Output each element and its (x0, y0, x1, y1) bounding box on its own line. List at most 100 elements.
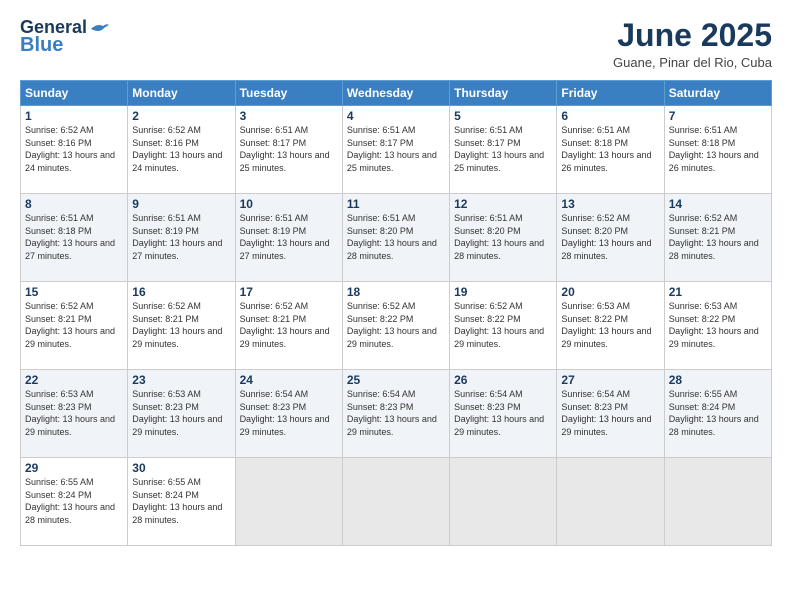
calendar-cell: 12Sunrise: 6:51 AMSunset: 8:20 PMDayligh… (450, 194, 557, 282)
logo: General Blue (20, 18, 111, 56)
calendar-cell: 6Sunrise: 6:51 AMSunset: 8:18 PMDaylight… (557, 106, 664, 194)
day-detail: Sunrise: 6:52 AMSunset: 8:22 PMDaylight:… (347, 301, 437, 349)
day-detail: Sunrise: 6:55 AMSunset: 8:24 PMDaylight:… (669, 389, 759, 437)
day-number: 22 (25, 373, 123, 387)
day-number: 29 (25, 461, 123, 475)
day-number: 21 (669, 285, 767, 299)
calendar-cell: 20 Sunrise: 6:53 AMSunset: 8:22 PMDayligh… (557, 282, 664, 370)
day-number: 10 (240, 197, 338, 211)
day-detail: Sunrise: 6:51 AMSunset: 8:18 PMDaylight:… (669, 125, 759, 173)
calendar-cell: 18 Sunrise: 6:52 AMSunset: 8:22 PMDayligh… (342, 282, 449, 370)
day-number: 26 (454, 373, 552, 387)
day-detail: Sunrise: 6:51 AMSunset: 8:19 PMDaylight:… (132, 213, 222, 261)
day-number: 4 (347, 109, 445, 123)
day-number: 23 (132, 373, 230, 387)
day-detail: Sunrise: 6:52 AMSunset: 8:16 PMDaylight:… (25, 125, 115, 173)
calendar-cell: 3Sunrise: 6:51 AMSunset: 8:17 PMDaylight… (235, 106, 342, 194)
day-number: 18 (347, 285, 445, 299)
calendar-cell: 13Sunrise: 6:52 AMSunset: 8:20 PMDayligh… (557, 194, 664, 282)
week-row-5: 29 Sunrise: 6:55 AMSunset: 8:24 PMDayligh… (21, 458, 772, 546)
calendar-cell: 27 Sunrise: 6:54 AMSunset: 8:23 PMDayligh… (557, 370, 664, 458)
col-thursday: Thursday (450, 81, 557, 106)
calendar-cell: 30 Sunrise: 6:55 AMSunset: 8:24 PMDayligh… (128, 458, 235, 546)
calendar-table: Sunday Monday Tuesday Wednesday Thursday… (20, 80, 772, 546)
calendar-header-row: Sunday Monday Tuesday Wednesday Thursday… (21, 81, 772, 106)
day-detail: Sunrise: 6:52 AMSunset: 8:21 PMDaylight:… (669, 213, 759, 261)
col-monday: Monday (128, 81, 235, 106)
day-detail: Sunrise: 6:51 AMSunset: 8:19 PMDaylight:… (240, 213, 330, 261)
page: General Blue June 2025 Guane, Pinar del … (0, 0, 792, 612)
calendar-cell: 29 Sunrise: 6:55 AMSunset: 8:24 PMDayligh… (21, 458, 128, 546)
calendar-cell (450, 458, 557, 546)
day-number: 17 (240, 285, 338, 299)
calendar-cell: 26Sunrise: 6:54 AMSunset: 8:23 PMDayligh… (450, 370, 557, 458)
day-number: 11 (347, 197, 445, 211)
subtitle: Guane, Pinar del Rio, Cuba (613, 55, 772, 70)
day-number: 7 (669, 109, 767, 123)
day-number: 20 (561, 285, 659, 299)
week-row-4: 22 Sunrise: 6:53 AMSunset: 8:23 PMDayligh… (21, 370, 772, 458)
day-detail: Sunrise: 6:53 AMSunset: 8:22 PMDaylight:… (669, 301, 759, 349)
day-number: 8 (25, 197, 123, 211)
day-detail: Sunrise: 6:54 AMSunset: 8:23 PMDaylight:… (561, 389, 651, 437)
day-detail: Sunrise: 6:51 AMSunset: 8:18 PMDaylight:… (25, 213, 115, 261)
calendar-cell: 21 Sunrise: 6:53 AMSunset: 8:22 PMDayligh… (664, 282, 771, 370)
day-detail: Sunrise: 6:51 AMSunset: 8:20 PMDaylight:… (347, 213, 437, 261)
day-detail: Sunrise: 6:55 AMSunset: 8:24 PMDaylight:… (25, 477, 115, 525)
day-number: 1 (25, 109, 123, 123)
col-tuesday: Tuesday (235, 81, 342, 106)
calendar-cell: 9 Sunrise: 6:51 AMSunset: 8:19 PMDaylight… (128, 194, 235, 282)
day-number: 28 (669, 373, 767, 387)
calendar-cell: 16 Sunrise: 6:52 AMSunset: 8:21 PMDayligh… (128, 282, 235, 370)
day-detail: Sunrise: 6:51 AMSunset: 8:17 PMDaylight:… (347, 125, 437, 173)
logo-blue: Blue (20, 34, 63, 56)
day-detail: Sunrise: 6:52 AMSunset: 8:21 PMDaylight:… (132, 301, 222, 349)
day-number: 19 (454, 285, 552, 299)
calendar-cell: 17 Sunrise: 6:52 AMSunset: 8:21 PMDayligh… (235, 282, 342, 370)
col-friday: Friday (557, 81, 664, 106)
day-number: 24 (240, 373, 338, 387)
calendar-cell: 28 Sunrise: 6:55 AMSunset: 8:24 PMDayligh… (664, 370, 771, 458)
day-detail: Sunrise: 6:53 AMSunset: 8:23 PMDaylight:… (25, 389, 115, 437)
day-number: 27 (561, 373, 659, 387)
calendar-cell: 8 Sunrise: 6:51 AMSunset: 8:18 PMDaylight… (21, 194, 128, 282)
day-detail: Sunrise: 6:52 AMSunset: 8:22 PMDaylight:… (454, 301, 544, 349)
calendar-cell: 23 Sunrise: 6:53 AMSunset: 8:23 PMDayligh… (128, 370, 235, 458)
day-detail: Sunrise: 6:52 AMSunset: 8:21 PMDaylight:… (25, 301, 115, 349)
calendar-cell: 14Sunrise: 6:52 AMSunset: 8:21 PMDayligh… (664, 194, 771, 282)
day-detail: Sunrise: 6:52 AMSunset: 8:16 PMDaylight:… (132, 125, 222, 173)
calendar-cell: 22 Sunrise: 6:53 AMSunset: 8:23 PMDayligh… (21, 370, 128, 458)
calendar-cell: 7 Sunrise: 6:51 AMSunset: 8:18 PMDaylight… (664, 106, 771, 194)
day-detail: Sunrise: 6:53 AMSunset: 8:22 PMDaylight:… (561, 301, 651, 349)
col-saturday: Saturday (664, 81, 771, 106)
day-number: 15 (25, 285, 123, 299)
day-detail: Sunrise: 6:51 AMSunset: 8:17 PMDaylight:… (240, 125, 330, 173)
calendar-cell: 5 Sunrise: 6:51 AMSunset: 8:17 PMDaylight… (450, 106, 557, 194)
day-number: 9 (132, 197, 230, 211)
main-title: June 2025 (613, 18, 772, 53)
day-detail: Sunrise: 6:51 AMSunset: 8:20 PMDaylight:… (454, 213, 544, 261)
calendar-cell (342, 458, 449, 546)
day-number: 16 (132, 285, 230, 299)
week-row-3: 15 Sunrise: 6:52 AMSunset: 8:21 PMDayligh… (21, 282, 772, 370)
week-row-1: 1 Sunrise: 6:52 AMSunset: 8:16 PMDaylight… (21, 106, 772, 194)
col-sunday: Sunday (21, 81, 128, 106)
day-number: 5 (454, 109, 552, 123)
calendar-cell: 25Sunrise: 6:54 AMSunset: 8:23 PMDayligh… (342, 370, 449, 458)
day-detail: Sunrise: 6:54 AMSunset: 8:23 PMDaylight:… (347, 389, 437, 437)
day-number: 6 (561, 109, 659, 123)
day-detail: Sunrise: 6:52 AMSunset: 8:21 PMDaylight:… (240, 301, 330, 349)
calendar-cell (664, 458, 771, 546)
day-detail: Sunrise: 6:55 AMSunset: 8:24 PMDaylight:… (132, 477, 222, 525)
day-detail: Sunrise: 6:51 AMSunset: 8:17 PMDaylight:… (454, 125, 544, 173)
title-area: June 2025 Guane, Pinar del Rio, Cuba (613, 18, 772, 70)
calendar-cell (557, 458, 664, 546)
calendar-cell: 15 Sunrise: 6:52 AMSunset: 8:21 PMDayligh… (21, 282, 128, 370)
week-row-2: 8 Sunrise: 6:51 AMSunset: 8:18 PMDaylight… (21, 194, 772, 282)
calendar-cell (235, 458, 342, 546)
day-detail: Sunrise: 6:53 AMSunset: 8:23 PMDaylight:… (132, 389, 222, 437)
day-number: 30 (132, 461, 230, 475)
calendar-cell: 11 Sunrise: 6:51 AMSunset: 8:20 PMDayligh… (342, 194, 449, 282)
day-detail: Sunrise: 6:54 AMSunset: 8:23 PMDaylight:… (240, 389, 330, 437)
calendar-cell: 10 Sunrise: 6:51 AMSunset: 8:19 PMDayligh… (235, 194, 342, 282)
